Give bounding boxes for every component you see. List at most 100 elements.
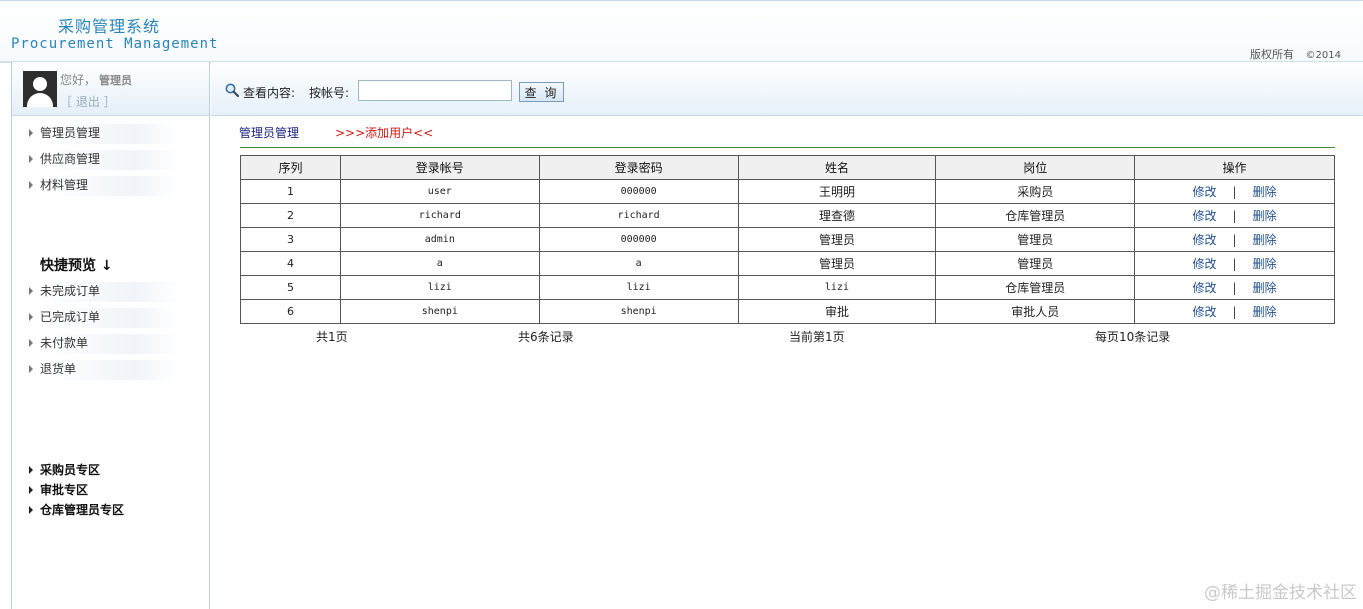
user-table: 序列 登录帐号 登录密码 姓名 岗位 操作 1 user 000000 王明明 …	[240, 155, 1335, 324]
edit-link[interactable]: 修改	[1193, 305, 1217, 319]
table-row: 6 shenpi shenpi 审批 审批人员 修改 | 删除	[240, 299, 1335, 324]
column-header: 操作	[1134, 155, 1335, 180]
column-header: 登录密码	[538, 155, 739, 180]
action-separator: |	[1232, 185, 1237, 199]
total-pages: 共1页	[316, 330, 348, 344]
action-separator: |	[1232, 281, 1237, 295]
cell-actions: 修改 | 删除	[1134, 251, 1335, 276]
avatar	[23, 71, 57, 107]
cell-name: 王明明	[737, 179, 937, 204]
greeting-text: 您好，	[60, 73, 97, 87]
user-panel: 您好， 管理员 ［ 退出 ］	[12, 62, 209, 116]
zone-warehouse[interactable]: 仓库管理员专区	[29, 501, 124, 518]
delete-link[interactable]: 删除	[1253, 281, 1277, 295]
delete-link[interactable]: 删除	[1253, 209, 1277, 223]
sidebar: 您好， 管理员 ［ 退出 ］ 管理员管理 供应商管理 材料管理 快捷预览 ↓ 未完…	[11, 62, 210, 609]
copyright: 版权所有 ©2014	[1250, 46, 1341, 62]
cell-actions: 修改 | 删除	[1134, 227, 1335, 252]
zone-purchaser[interactable]: 采购员专区	[29, 461, 100, 478]
sidebar-item-material-management[interactable]: 材料管理	[29, 176, 179, 196]
quick-preview-title: 快捷预览 ↓	[40, 258, 113, 274]
delete-link[interactable]: 删除	[1253, 233, 1277, 247]
cell-actions: 修改 | 删除	[1134, 179, 1335, 204]
sidebar-item-admin-management[interactable]: 管理员管理	[29, 124, 179, 144]
column-header: 岗位	[935, 155, 1136, 180]
table-header-row: 序列 登录帐号 登录密码 姓名 岗位 操作	[240, 155, 1335, 180]
arrow-right-icon	[29, 312, 33, 321]
table-row: 5 lizi lizi lizi 仓库管理员 修改 | 删除	[240, 275, 1335, 300]
quick-item-unfinished-orders[interactable]: 未完成订单	[29, 282, 179, 302]
cell-id: 3	[240, 227, 341, 252]
table-row: 2 richard richard 理查德 仓库管理员 修改 | 删除	[240, 203, 1335, 228]
column-header: 姓名	[737, 155, 937, 180]
cell-actions: 修改 | 删除	[1134, 203, 1335, 228]
cell-actions: 修改 | 删除	[1134, 275, 1335, 300]
action-separator: |	[1232, 305, 1237, 319]
quick-item-label: 已完成订单	[40, 310, 101, 324]
add-user-link[interactable]: >>>添加用户<<	[335, 124, 433, 141]
cell-position: 管理员	[935, 227, 1136, 252]
cell-position: 管理员	[935, 251, 1136, 276]
search-bar: 查看内容: 按帐号: 查 询	[211, 62, 1363, 116]
delete-link[interactable]: 删除	[1253, 305, 1277, 319]
cell-id: 5	[240, 275, 341, 300]
zone-approval[interactable]: 审批专区	[29, 481, 88, 498]
arrow-right-icon	[29, 485, 33, 494]
zone-label: 采购员专区	[40, 463, 101, 477]
cell-password: lizi	[538, 275, 739, 300]
search-label: 查看内容:	[243, 86, 296, 100]
search-button[interactable]: 查 询	[519, 82, 564, 102]
cell-name: 管理员	[737, 251, 937, 276]
search-icon	[225, 83, 239, 97]
current-page: 当前第1页	[789, 330, 845, 344]
records-per-page: 每页10条记录	[1095, 330, 1171, 344]
edit-link[interactable]: 修改	[1193, 185, 1217, 199]
arrow-right-icon	[29, 180, 33, 189]
arrow-right-icon	[29, 338, 33, 347]
arrow-right-icon	[29, 465, 33, 474]
quick-item-finished-orders[interactable]: 已完成订单	[29, 308, 179, 328]
sidebar-item-label: 供应商管理	[40, 152, 101, 166]
cell-position: 仓库管理员	[935, 275, 1136, 300]
account-search-input[interactable]	[358, 80, 512, 101]
edit-link[interactable]: 修改	[1193, 209, 1217, 223]
pagination: 共1页 共6条记录 当前第1页 每页10条记录	[240, 328, 1335, 344]
zone-label: 审批专区	[40, 483, 89, 497]
zone-label: 仓库管理员专区	[40, 503, 125, 517]
arrow-right-icon	[29, 154, 33, 163]
column-header: 序列	[240, 155, 341, 180]
table-row: 3 admin 000000 管理员 管理员 修改 | 删除	[240, 227, 1335, 252]
cell-account: admin	[339, 227, 540, 252]
cell-account: user	[339, 179, 540, 204]
logout-link[interactable]: ［ 退出 ］	[60, 93, 116, 110]
edit-link[interactable]: 修改	[1193, 257, 1217, 271]
quick-item-label: 未付款单	[40, 336, 89, 350]
app-window: 采购管理系统 Procurement Management 版权所有 ©2014…	[0, 0, 1363, 609]
cell-position: 审批人员	[935, 299, 1136, 324]
action-separator: |	[1232, 257, 1237, 271]
cell-id: 1	[240, 179, 341, 204]
arrow-right-icon	[29, 128, 33, 137]
quick-item-returns[interactable]: 退货单	[29, 360, 179, 380]
table-row: 4 a a 管理员 管理员 修改 | 删除	[240, 251, 1335, 276]
cell-position: 采购员	[935, 179, 1136, 204]
cell-password: a	[538, 251, 739, 276]
quick-item-label: 退货单	[40, 362, 77, 376]
cell-name: 审批	[737, 299, 937, 324]
edit-link[interactable]: 修改	[1193, 281, 1217, 295]
cell-name: 理查德	[737, 203, 937, 228]
cell-position: 仓库管理员	[935, 203, 1136, 228]
cell-account: richard	[339, 203, 540, 228]
quick-item-unpaid[interactable]: 未付款单	[29, 334, 179, 354]
delete-link[interactable]: 删除	[1253, 257, 1277, 271]
watermark: @稀土掘金技术社区	[1204, 583, 1357, 603]
sidebar-item-supplier-management[interactable]: 供应商管理	[29, 150, 179, 170]
logo-subtitle: Procurement Management	[11, 36, 219, 52]
cell-password: 000000	[538, 179, 739, 204]
greeting: 您好， 管理员	[60, 71, 132, 88]
delete-link[interactable]: 删除	[1253, 185, 1277, 199]
edit-link[interactable]: 修改	[1193, 233, 1217, 247]
cell-password: shenpi	[538, 299, 739, 324]
divider	[240, 147, 1335, 148]
cell-account: shenpi	[339, 299, 540, 324]
